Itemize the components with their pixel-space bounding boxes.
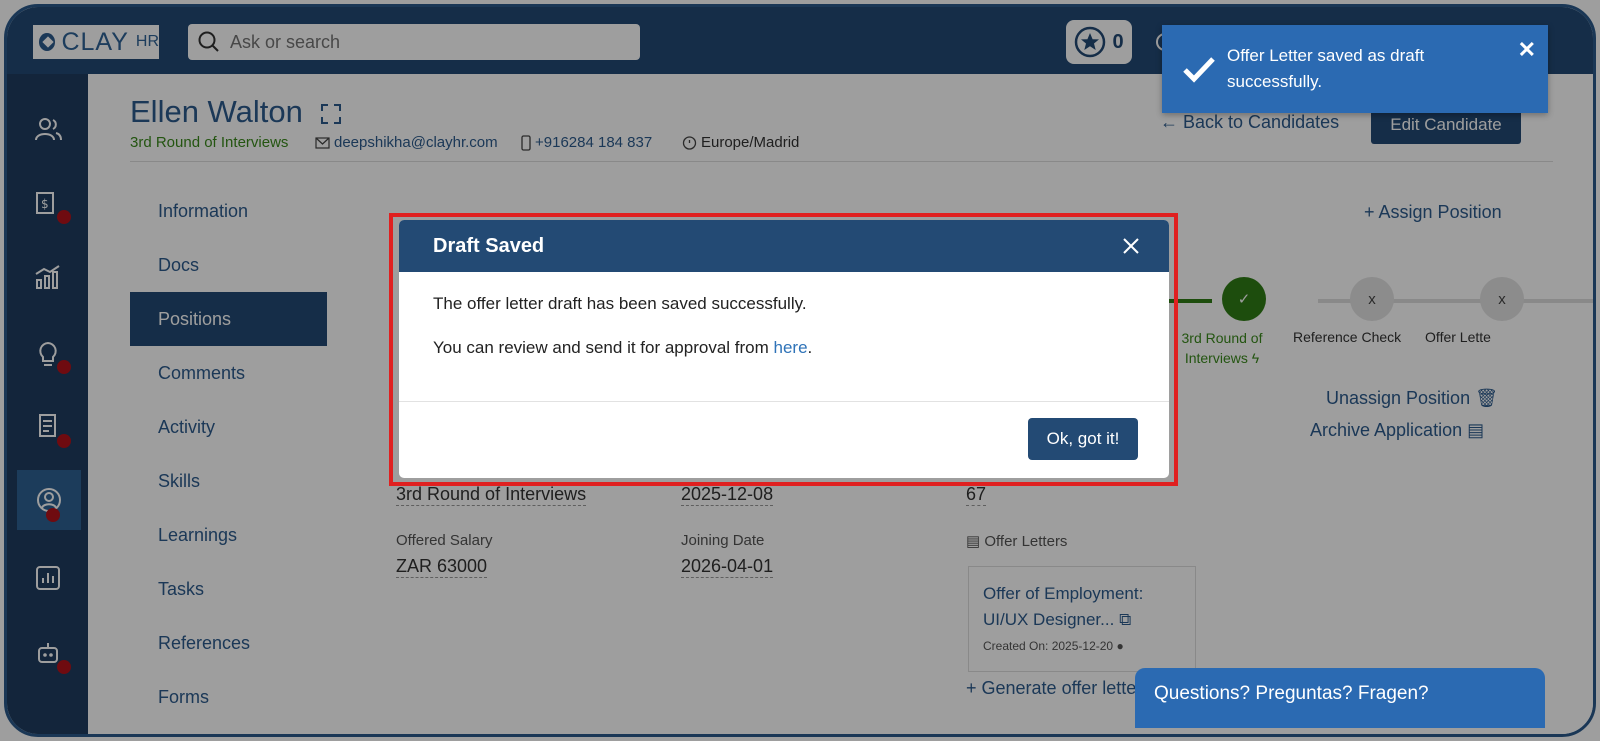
dialog-header: Draft Saved — [399, 220, 1169, 272]
toast-message: Offer Letter saved as draft successfully… — [1227, 46, 1425, 91]
dialog-footer: Ok, got it! — [399, 401, 1169, 478]
success-toast: Offer Letter saved as draft successfully… — [1162, 25, 1548, 113]
draft-saved-dialog: Draft Saved The offer letter draft has b… — [399, 220, 1169, 478]
here-link[interactable]: here — [774, 338, 808, 357]
ok-got-it-button[interactable]: Ok, got it! — [1028, 418, 1138, 460]
help-chat-bar[interactable]: Questions? Preguntas? Fragen? — [1135, 668, 1545, 728]
dialog-body: The offer letter draft has been saved su… — [399, 272, 1169, 404]
dialog-message-line2: You can review and send it for approval … — [433, 338, 813, 357]
dialog-title: Draft Saved — [433, 234, 545, 257]
dialog-message-line1: The offer letter draft has been saved su… — [433, 294, 807, 313]
check-icon — [1183, 57, 1215, 83]
toast-close-icon[interactable]: ✕ — [1518, 37, 1536, 63]
close-icon[interactable] — [1121, 236, 1141, 256]
